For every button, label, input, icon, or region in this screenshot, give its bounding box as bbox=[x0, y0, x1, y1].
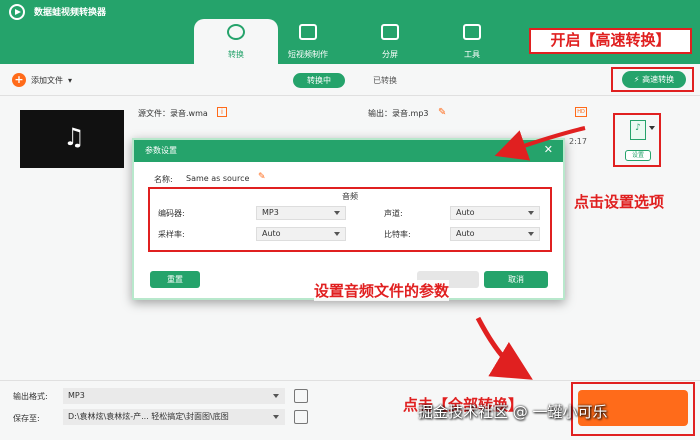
chevron-down-icon[interactable]: ▾ bbox=[68, 76, 72, 85]
tab-tools[interactable]: 工具 bbox=[430, 19, 514, 64]
name-label: 名称: bbox=[154, 175, 173, 184]
app-title: 数据蛙视频转换器 bbox=[34, 8, 107, 18]
chevron-down-icon[interactable] bbox=[649, 126, 655, 130]
duration: 2:17 bbox=[569, 137, 587, 146]
app-logo-icon bbox=[9, 4, 25, 20]
tv-icon bbox=[299, 24, 317, 40]
tab-label: 短视频制作 bbox=[288, 50, 328, 59]
close-icon[interactable]: ✕ bbox=[544, 143, 553, 156]
status-segment: 转换中 已转换 bbox=[293, 73, 411, 88]
tab-short-video[interactable]: 短视频制作 bbox=[266, 19, 350, 64]
mp3-format-icon[interactable]: ♪ bbox=[630, 120, 646, 140]
source-file: 源文件：录音.wma bbox=[138, 109, 208, 118]
params-dialog: 参数设置 ✕ 名称: Same as source ✎ 音频 编码器: MP3 … bbox=[132, 138, 565, 300]
format-settings-icon[interactable] bbox=[294, 389, 308, 403]
tab-split-screen[interactable]: 分屏 bbox=[348, 19, 432, 64]
dialog-header: 参数设置 ✕ bbox=[134, 140, 563, 162]
hd-icon[interactable]: HD bbox=[575, 107, 587, 117]
toolbar: + 添加文件 ▾ 转换中 已转换 bbox=[0, 64, 700, 96]
music-note-icon: ♫ bbox=[63, 123, 85, 151]
info-icon[interactable]: i bbox=[217, 107, 227, 117]
name-value: Same as source bbox=[186, 174, 250, 183]
encoder-select[interactable]: MP3 bbox=[256, 206, 346, 220]
tab-label: 工具 bbox=[464, 50, 480, 59]
save-to-label: 保存至: bbox=[13, 414, 40, 423]
fast-convert-label: 高速转换 bbox=[642, 75, 675, 84]
output-format-select[interactable]: MP3 bbox=[63, 388, 285, 404]
save-to-select[interactable]: D:\袁林炫\袁林炫-产... 轻松搞定\封面图\底图 bbox=[63, 409, 285, 425]
watermark: 掘金技术社区 @ 一罐小可乐 bbox=[418, 403, 608, 421]
fast-convert-button[interactable]: ⚡ 高速转换 bbox=[622, 71, 686, 88]
output-format-label: 输出格式: bbox=[13, 392, 48, 401]
output-file: 输出：录音.mp3 bbox=[368, 109, 429, 118]
toolbox-icon bbox=[463, 24, 481, 40]
add-file-button[interactable]: + 添加文件 ▾ bbox=[12, 72, 72, 88]
settings-button[interactable]: 设置 bbox=[625, 150, 651, 161]
dialog-title: 参数设置 bbox=[145, 146, 177, 155]
app-window: 数据蛙视频转换器 转换 短视频制作 分屏 工具 开启【高速转换】 + 添加文件 … bbox=[0, 0, 700, 440]
tab-converting[interactable]: 转换中 bbox=[293, 73, 345, 88]
encoder-label: 编码器: bbox=[158, 209, 185, 218]
tab-converted[interactable]: 已转换 bbox=[359, 73, 411, 88]
add-file-label: 添加文件 bbox=[31, 75, 63, 85]
sample-rate-label: 采样率: bbox=[158, 230, 185, 239]
file-thumbnail[interactable]: ♫ bbox=[20, 110, 124, 168]
annotation-settings: 点击设置选项 bbox=[574, 193, 665, 211]
header-bar: 数据蛙视频转换器 转换 短视频制作 分屏 工具 开启【高速转换】 bbox=[0, 0, 700, 64]
bitrate-label: 比特率: bbox=[384, 230, 411, 239]
bitrate-select[interactable]: Auto bbox=[450, 227, 540, 241]
annotation-params: 设置音频文件的参数 bbox=[314, 280, 450, 301]
reset-button[interactable]: 重置 bbox=[150, 271, 200, 288]
audio-section: 音频 编码器: MP3 声道: Auto 采样率: Auto 比特率: Auto bbox=[148, 187, 552, 252]
cancel-button[interactable]: 取消 bbox=[484, 271, 548, 288]
lightning-icon: ⚡ bbox=[633, 75, 640, 84]
edit-icon[interactable]: ✎ bbox=[438, 107, 446, 118]
split-screen-icon bbox=[381, 24, 399, 40]
sample-rate-select[interactable]: Auto bbox=[256, 227, 346, 241]
audio-section-title: 音频 bbox=[342, 192, 358, 201]
channel-label: 声道: bbox=[384, 209, 403, 218]
channel-select[interactable]: Auto bbox=[450, 206, 540, 220]
edit-icon[interactable]: ✎ bbox=[258, 172, 266, 182]
tab-label: 分屏 bbox=[382, 50, 398, 59]
folder-icon[interactable] bbox=[294, 410, 308, 424]
annotation-fast-convert: 开启【高速转换】 bbox=[529, 28, 692, 54]
convert-icon bbox=[227, 24, 245, 40]
arrow-to-convert-button bbox=[475, 316, 533, 380]
plus-icon: + bbox=[12, 73, 26, 87]
